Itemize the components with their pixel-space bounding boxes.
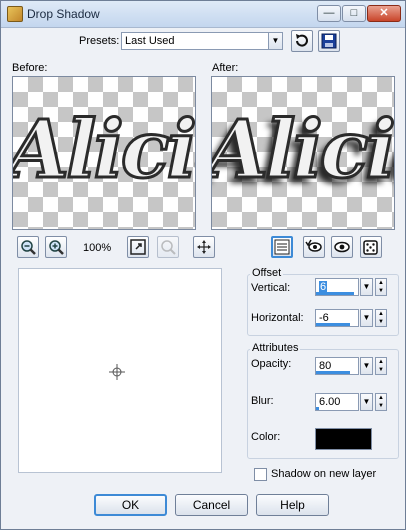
help-button[interactable]: Help xyxy=(256,494,329,516)
horizontal-spin-arrows[interactable]: ▲ ▼ xyxy=(375,309,387,327)
before-preview[interactable]: Alicia xyxy=(12,76,196,230)
zoom-actual-icon xyxy=(161,240,176,255)
window-title: Drop Shadow xyxy=(27,7,100,21)
reset-icon xyxy=(296,34,308,47)
after-preview: Alicia xyxy=(211,76,395,230)
color-label: Color: xyxy=(251,431,281,443)
zoom-out-icon xyxy=(21,240,36,255)
blur-spinbox[interactable]: 6.00 ▲ ▼ ▼ xyxy=(315,393,387,411)
after-preview-text: Alicia xyxy=(211,101,394,198)
blur-label: Blur: xyxy=(251,395,274,407)
randomize-button[interactable] xyxy=(360,236,382,258)
crosshair-icon[interactable] xyxy=(109,364,125,380)
preview-on-image-button[interactable] xyxy=(331,236,353,258)
zoom-in-icon xyxy=(49,240,64,255)
shadow-on-new-layer-checkbox[interactable] xyxy=(254,468,267,481)
zoom-out-button[interactable] xyxy=(17,236,39,258)
dice-icon xyxy=(363,240,378,255)
vertical-spinbox[interactable]: 6 ▲ ▼ ▼ xyxy=(315,278,387,296)
close-button[interactable]: ✕ xyxy=(367,5,401,22)
move-icon xyxy=(197,240,211,254)
maximize-button[interactable]: □ xyxy=(342,5,366,22)
opacity-slider-bar[interactable] xyxy=(316,371,350,374)
proof-button[interactable] xyxy=(271,236,293,258)
zoom-in-button[interactable] xyxy=(45,236,67,258)
minimize-icon: — xyxy=(323,7,335,19)
maximize-icon: □ xyxy=(350,7,358,19)
blur-dropdown-button[interactable]: ▼ xyxy=(360,393,373,411)
horizontal-dropdown-button[interactable]: ▼ xyxy=(360,309,373,327)
horizontal-slider-bar[interactable] xyxy=(316,323,350,326)
pan-button[interactable] xyxy=(193,236,215,258)
zoom-100-button[interactable] xyxy=(157,236,179,258)
offset-pad[interactable] xyxy=(18,268,222,473)
opacity-label: Opacity: xyxy=(251,358,292,370)
vertical-spin-arrows[interactable]: ▲ ▼ xyxy=(375,278,387,296)
zoom-to-fit-icon xyxy=(130,239,146,255)
horizontal-spinbox[interactable]: -6 ▲ ▼ ▼ xyxy=(315,309,387,327)
opacity-dropdown-button[interactable]: ▼ xyxy=(360,357,373,375)
eye-check-icon xyxy=(305,239,322,252)
zoom-level: 100% xyxy=(83,242,112,254)
presets-value: Last Used xyxy=(125,35,175,47)
before-label: Before: xyxy=(12,62,48,74)
presets-combo[interactable]: Last Used ▼ xyxy=(121,32,283,50)
vertical-slider-bar[interactable] xyxy=(316,292,354,295)
proof-icon xyxy=(274,239,290,255)
after-label: After: xyxy=(212,62,239,74)
eye-icon xyxy=(334,241,350,253)
blur-value[interactable]: 6.00 xyxy=(319,396,340,408)
app-icon xyxy=(7,6,23,22)
auto-proof-button[interactable] xyxy=(303,236,325,258)
shadow-on-new-layer-label[interactable]: Shadow on new layer xyxy=(271,468,376,480)
save-icon xyxy=(321,33,337,49)
opacity-spinbox[interactable]: 80 ▲ ▼ ▼ xyxy=(315,357,387,375)
blur-spin-arrows[interactable]: ▲ ▼ xyxy=(375,393,387,411)
offset-group-label: Offset xyxy=(250,267,284,279)
horizontal-label: Horizontal: xyxy=(251,312,304,324)
save-preset-button[interactable] xyxy=(318,30,340,52)
minimize-button[interactable]: — xyxy=(317,5,341,22)
vertical-dropdown-button[interactable]: ▼ xyxy=(360,278,373,296)
attributes-group-label: Attributes xyxy=(250,342,301,354)
before-preview-text: Alicia xyxy=(12,101,195,198)
cancel-button[interactable]: Cancel xyxy=(175,494,248,516)
presets-label: Presets: xyxy=(79,35,120,47)
title-bar[interactable]: Drop Shadow — □ ✕ xyxy=(1,1,405,28)
ok-button[interactable]: OK xyxy=(94,494,167,516)
drop-shadow-dialog: Drop Shadow — □ ✕ Presets: Last Used ▼ B… xyxy=(0,0,406,530)
reset-preset-button[interactable] xyxy=(291,30,313,52)
vertical-label: Vertical: xyxy=(251,282,291,294)
chevron-down-icon[interactable]: ▼ xyxy=(268,33,282,49)
zoom-to-fit-button[interactable] xyxy=(127,236,149,258)
blur-slider-bar[interactable] xyxy=(316,407,319,410)
close-icon: ✕ xyxy=(379,7,389,19)
shadow-color-swatch[interactable] xyxy=(315,428,372,450)
opacity-spin-arrows[interactable]: ▲ ▼ xyxy=(375,357,387,375)
